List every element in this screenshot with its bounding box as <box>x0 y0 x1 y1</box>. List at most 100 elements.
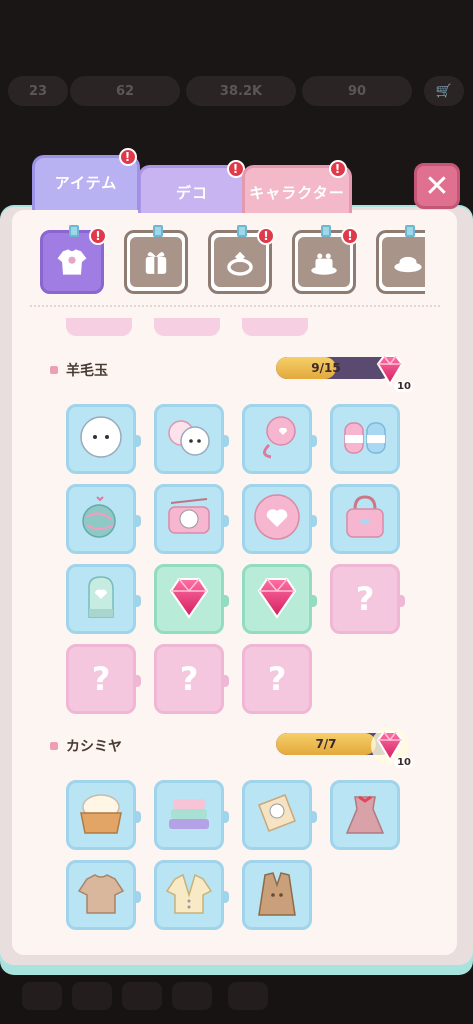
knit-sweater-icon <box>73 865 129 925</box>
gem-reward-cashmere[interactable]: 10 <box>370 726 414 768</box>
coins-value: 38.2K <box>219 83 263 99</box>
item-slot[interactable] <box>330 404 400 474</box>
item-slot[interactable] <box>242 404 317 474</box>
locked-slot[interactable]: ? <box>330 564 405 634</box>
pin-clip <box>405 225 415 237</box>
locked-slot[interactable]: ? <box>154 644 229 714</box>
item-slot[interactable] <box>330 484 400 554</box>
bottom-nav <box>0 972 473 1024</box>
section-title-wool: 羊毛玉 <box>50 360 108 380</box>
yarn-ball-icon <box>249 409 305 469</box>
nav-ghost-icon <box>228 982 268 1010</box>
dish-icon <box>382 237 425 287</box>
gems-value: 90 <box>347 83 367 99</box>
item-slot[interactable] <box>242 860 312 930</box>
peek-slot <box>66 318 132 336</box>
item-slot[interactable] <box>154 780 229 850</box>
question-mark: ? <box>355 580 375 618</box>
section-title-cashmere: カシミヤ <box>50 736 122 756</box>
section-marker <box>50 366 58 374</box>
gift-icon <box>130 237 182 287</box>
cardigan-icon <box>161 865 217 925</box>
section-marker <box>50 742 58 750</box>
reward-count: 10 <box>394 757 414 768</box>
yarn-ball-hearts-icon <box>73 489 129 549</box>
item-slot[interactable] <box>330 780 400 850</box>
coat-icon <box>249 865 305 925</box>
item-slot[interactable] <box>66 780 141 850</box>
yarn-skeins-icon <box>337 409 393 469</box>
pin-clip <box>321 225 331 237</box>
folded-blankets-icon <box>161 785 217 845</box>
peek-slot <box>242 318 308 336</box>
item-slot[interactable] <box>66 564 141 634</box>
pin-clip <box>153 225 163 237</box>
heart-cushion-icon <box>249 489 305 549</box>
hearts-counter: 62 <box>70 76 180 106</box>
nav-ghost-icon <box>122 982 162 1010</box>
item-slot[interactable] <box>66 484 141 554</box>
wool-pompoms-icon <box>161 409 217 469</box>
item-slot[interactable] <box>242 484 317 554</box>
item-slot[interactable] <box>154 404 229 474</box>
progress-text: 9/15 <box>311 361 341 375</box>
ring-icon <box>214 237 266 287</box>
section-title-text: カシミヤ <box>66 739 122 755</box>
tab-items-label: アイテム <box>54 174 118 192</box>
gem-reward-wool[interactable]: 10 <box>370 350 414 392</box>
item-slot[interactable] <box>66 404 141 474</box>
close-button[interactable]: ✕ <box>414 163 460 209</box>
nav-ghost-icon <box>172 982 212 1010</box>
locked-slot[interactable]: ? <box>66 644 141 714</box>
tab-character[interactable]: キャラクター ! <box>242 160 352 213</box>
nav-ghost-icon <box>22 982 62 1010</box>
hearts-value: 62 <box>115 83 135 99</box>
reward-count: 10 <box>394 381 414 392</box>
pin-clip <box>69 225 79 237</box>
category-row: ! ! ! <box>40 218 425 308</box>
hud-bar: 23 62 38.2K 90 🛒 <box>0 70 473 120</box>
alert-badge: ! <box>119 148 137 166</box>
item-slot[interactable] <box>242 780 317 850</box>
ribbon-dress-icon <box>337 785 393 845</box>
category-sweater[interactable]: ! <box>40 225 107 294</box>
gem-unlock-icon <box>249 569 305 629</box>
pin-clip <box>237 225 247 237</box>
item-slot[interactable] <box>154 484 229 554</box>
knitting-kitty-icon <box>161 489 217 549</box>
alert-badge: ! <box>257 227 275 245</box>
divider <box>30 305 440 307</box>
category-gift[interactable] <box>124 225 188 294</box>
question-mark: ? <box>267 660 287 698</box>
item-slot[interactable] <box>242 564 317 634</box>
tab-deco-label: デコ <box>175 184 208 202</box>
item-slot[interactable] <box>154 860 229 930</box>
coins-counter: 38.2K <box>186 76 296 106</box>
shop-cart-icon: 🛒 <box>424 76 464 106</box>
tab-deco[interactable]: デコ ! <box>138 160 246 213</box>
mitten-icon <box>73 569 129 629</box>
alert-badge: ! <box>329 160 347 178</box>
item-slot[interactable] <box>154 564 229 634</box>
cake-icon <box>298 237 350 287</box>
wool-basket-icon <box>73 785 129 845</box>
nav-ghost-icon <box>72 982 112 1010</box>
category-dish[interactable] <box>376 225 425 294</box>
level-value: 23 <box>28 83 48 99</box>
sweater-icon <box>46 237 98 287</box>
gem-unlock-icon <box>161 569 217 629</box>
alert-badge: ! <box>341 227 359 245</box>
wool-puff-icon <box>73 409 129 469</box>
question-mark: ? <box>179 660 199 698</box>
tab-items[interactable]: アイテム ! <box>32 148 140 210</box>
locked-slot[interactable]: ? <box>242 644 312 714</box>
question-mark: ? <box>91 660 111 698</box>
tab-character-label: キャラクター <box>249 184 345 202</box>
item-slot[interactable] <box>66 860 141 930</box>
category-ring[interactable]: ! <box>208 225 275 294</box>
level-badge: 23 <box>8 76 68 106</box>
progress-text: 7/7 <box>315 737 337 751</box>
category-cake[interactable]: ! <box>292 225 359 294</box>
cinnamoroll-scarf-icon <box>249 785 305 845</box>
knit-bag-icon <box>337 489 393 549</box>
